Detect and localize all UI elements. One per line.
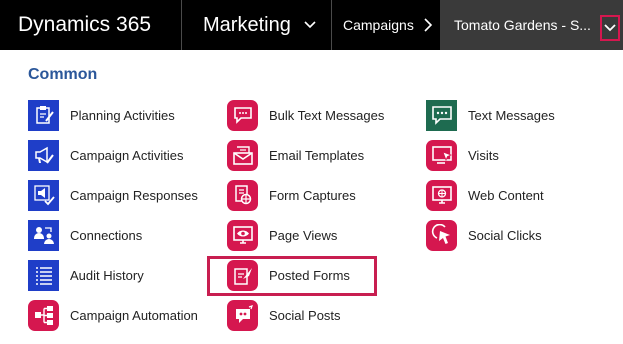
record-dropdown-button[interactable] [600,15,620,41]
form-capture-icon [227,179,258,211]
click-icon [426,219,457,251]
text-message-icon [426,99,457,131]
module-label: Marketing [203,13,291,36]
chat-bubble-icon [227,99,258,131]
menu-item-label: Page Views [269,227,338,243]
menu-item-form-captures[interactable]: Form Captures [227,179,356,211]
menu-item-campaign-activities[interactable]: Campaign Activities [28,139,184,171]
posted-form-icon [227,259,258,291]
menu-item-audit-history[interactable]: Audit History [28,259,144,291]
menu-item-label: Campaign Responses [70,187,198,203]
monitor-globe-icon [426,179,457,211]
section-title-common: Common [28,66,98,83]
menu-item-label: Form Captures [269,187,356,203]
chevron-right-icon [424,18,433,32]
menu-item-web-content[interactable]: Web Content [426,179,544,211]
menu-item-connections[interactable]: Connections [28,219,143,251]
menu-item-text-messages[interactable]: Text Messages [426,99,555,131]
clipboard-pen-icon [28,99,59,131]
menu-item-email-templates[interactable]: Email Templates [227,139,365,171]
chevron-down-icon [304,21,316,29]
menu-item-label: Audit History [70,267,144,283]
menu-item-social-posts[interactable]: Social Posts [227,299,341,331]
menu-item-posted-forms[interactable]: Posted Forms [227,259,350,291]
menu-item-campaign-automation[interactable]: Campaign Automation [28,299,198,331]
list-icon [28,259,59,291]
menu-item-label: Text Messages [468,107,555,123]
menu-item-planning-activities[interactable]: Planning Activities [28,99,175,131]
megaphone-pen-icon [28,139,59,171]
module-switcher[interactable]: Marketing [181,0,331,50]
menu-item-label: Connections [70,227,143,243]
people-connect-icon [28,219,59,251]
flow-icon [28,299,59,331]
menu-item-label: Bulk Text Messages [269,107,385,123]
menu-item-social-clicks[interactable]: Social Clicks [426,219,542,251]
app-name[interactable]: Dynamics 365 [0,0,180,50]
top-navigation-bar: Dynamics 365 Marketing Campaigns Tomato … [0,0,623,50]
menu-item-bulk-text-messages[interactable]: Bulk Text Messages [227,99,385,131]
monitor-cursor-icon [426,139,457,171]
menu-item-label: Posted Forms [269,267,350,283]
menu-item-page-views[interactable]: Page Views [227,219,338,251]
menu-item-label: Campaign Activities [70,147,184,163]
envelope-icon [227,139,258,171]
menu-item-visits[interactable]: Visits [426,139,499,171]
menu-item-label: Web Content [468,187,544,203]
menu-item-label: Planning Activities [70,107,175,123]
menu-item-label: Visits [468,147,499,163]
monitor-eye-icon [227,219,258,251]
menu-item-label: Campaign Automation [70,307,198,323]
record-breadcrumb[interactable]: Tomato Gardens - S... [440,0,623,50]
menu-item-label: Email Templates [269,147,365,163]
area-label: Campaigns [343,17,414,33]
menu-item-label: Social Clicks [468,227,542,243]
social-bubble-icon [227,299,258,331]
record-label: Tomato Gardens - S... [454,17,591,33]
menu-item-campaign-responses[interactable]: Campaign Responses [28,179,198,211]
megaphone-check-icon [28,179,59,211]
menu-item-label: Social Posts [269,307,341,323]
chevron-down-icon [604,24,616,32]
